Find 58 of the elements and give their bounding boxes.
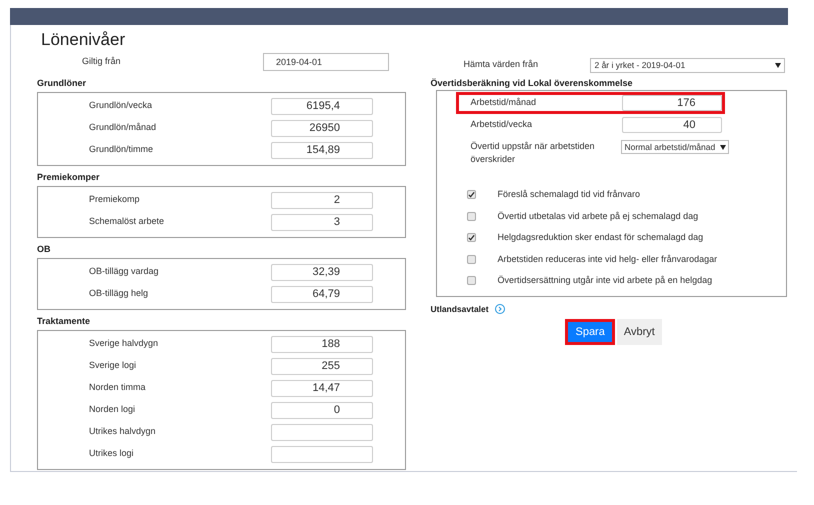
- input-field[interactable]: 26950: [271, 120, 373, 136]
- field-label: Sverige halvdygn: [88, 337, 160, 350]
- input-field[interactable]: 6195,4: [271, 98, 373, 114]
- page-title: Lönenivåer: [40, 29, 126, 50]
- input-field[interactable]: 40: [622, 117, 722, 133]
- field-label: Grundlön/månad: [88, 121, 158, 134]
- field-label: Grundlön/timme: [88, 143, 154, 156]
- section-heading: Övertidsberäkning vid Lokal överenskommelse: [429, 77, 634, 90]
- input-field[interactable]: 2019-04-01: [263, 53, 389, 71]
- checkbox-label: Helgdagsreduktion sker endast för schemalagd dag: [497, 231, 704, 244]
- input-field[interactable]: 176: [622, 95, 722, 111]
- input-field[interactable]: 32,39: [271, 264, 373, 280]
- checkbox[interactable]: [467, 276, 476, 286]
- dropdown[interactable]: 2 år i yrket - 2019-04-01: [590, 58, 786, 72]
- field-label: Giltig från: [81, 55, 122, 68]
- section-heading: Grundlöner: [36, 77, 87, 89]
- field-label: Utrikes logi: [88, 447, 135, 460]
- checkbox[interactable]: [467, 190, 476, 200]
- input-field[interactable]: 64,79: [271, 286, 373, 302]
- input-field[interactable]: 2: [271, 192, 373, 208]
- input-field[interactable]: 14,47: [271, 380, 373, 396]
- field-label: Norden logi: [88, 403, 136, 416]
- checkbox-label: Övertid utbetalas vid arbete på ej schemalagd dag: [497, 210, 698, 223]
- field-label: Övertid uppstår när arbetstiden överskrider: [469, 140, 596, 166]
- caret-icon: [720, 144, 726, 150]
- checkbox-label: Arbetstiden reduceras inte vid helg- eller frånvarodagar: [497, 252, 718, 266]
- field-label: Sverige logi: [88, 359, 138, 372]
- field-label: Arbetstid/månad: [469, 96, 538, 110]
- checkbox-label: Övertidsersättning utgår inte vid arbete på en helgdag: [497, 274, 712, 287]
- field-label: Utrikes halvdygn: [88, 425, 157, 438]
- checkbox-label: Föreslå schemalagd tid vid frånvaro: [497, 188, 640, 201]
- input-field[interactable]: [271, 424, 373, 440]
- field-label: Schemalöst arbete: [88, 215, 166, 228]
- input-field[interactable]: 3: [271, 214, 373, 230]
- field-label: OB-tillägg vardag: [88, 265, 160, 278]
- section-heading: Traktamente: [36, 315, 92, 327]
- input-field[interactable]: 0: [271, 402, 373, 418]
- cancel-button[interactable]: Avbryt: [616, 319, 662, 345]
- info-icon[interactable]: [494, 304, 505, 314]
- section-heading: Utlandsavtalet: [430, 302, 489, 316]
- save-button[interactable]: Spara: [565, 319, 615, 345]
- checkbox[interactable]: [467, 212, 476, 221]
- checkbox[interactable]: [467, 254, 476, 264]
- field-label: Grundlön/vecka: [88, 99, 154, 112]
- field-label: Arbetstid/vecka: [469, 118, 534, 132]
- field-label: Hämta värden från: [462, 58, 540, 72]
- input-field[interactable]: [271, 446, 373, 462]
- input-field[interactable]: 188: [271, 336, 373, 352]
- input-field[interactable]: 154,89: [271, 142, 373, 158]
- input-field[interactable]: 255: [271, 358, 373, 374]
- caret-icon: [775, 62, 782, 68]
- field-label: OB-tillägg helg: [88, 287, 150, 300]
- field-label: Norden timma: [88, 381, 147, 394]
- dropdown[interactable]: Normal arbetstid/månad: [621, 140, 730, 154]
- checkbox[interactable]: [467, 233, 476, 242]
- section-heading: Premiekomper: [36, 171, 101, 183]
- section-heading: OB: [36, 243, 52, 255]
- field-label: Premiekomp: [88, 193, 141, 206]
